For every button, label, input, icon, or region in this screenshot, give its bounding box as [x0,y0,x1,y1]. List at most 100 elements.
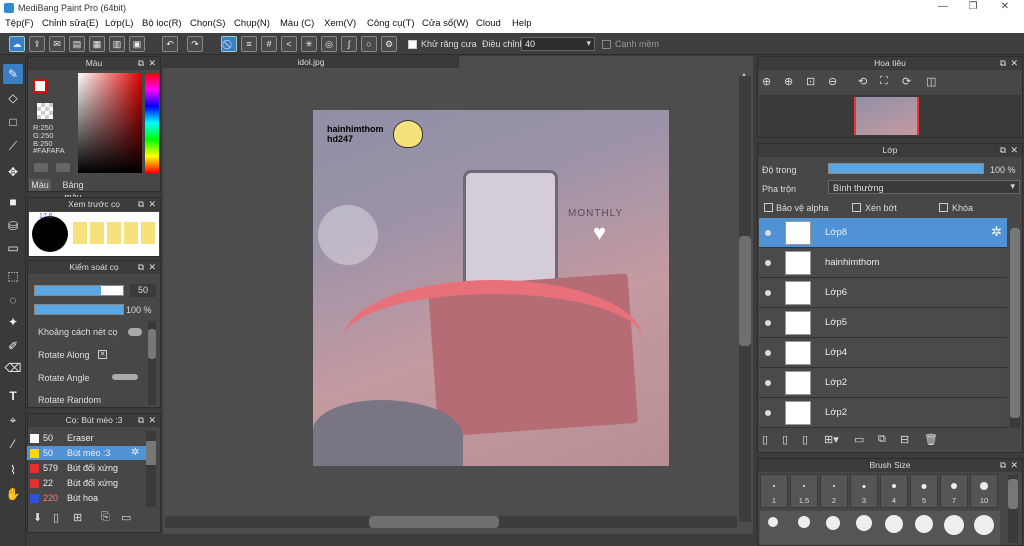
fill-rect-tool-icon[interactable]: ■ [3,192,23,212]
folder-icon[interactable]: ▭ [854,433,864,446]
brush-size-slot[interactable]: 5 [910,474,938,508]
visibility-icon[interactable] [765,350,771,356]
zoom-in-icon[interactable]: ⊕ [762,75,771,88]
brush-control-scrollbar[interactable] [148,321,156,405]
tab-color[interactable]: Màu [29,179,51,191]
rotate-along-checkbox[interactable]: ✕ [98,350,107,359]
eraser-tool-icon[interactable]: ◇ [3,88,23,108]
brush-item-cat-pen[interactable]: 50 Bút mèo :3 ✲ [27,446,146,460]
document-icon[interactable]: ▦ [89,36,105,52]
menu-color[interactable]: Màu (C) [280,18,314,29]
circle-snap-icon[interactable]: ◎ [321,36,337,52]
brush-item-symmetry-1[interactable]: 579 Bút đối xứng [27,461,131,475]
menu-cloud[interactable]: Cloud [476,18,501,29]
undo-icon[interactable]: ↶ [162,36,178,52]
brush-tool-icon[interactable]: ✎ [3,64,23,84]
brush-size-slot[interactable]: 1.5 [790,474,818,508]
bucket-tool-icon[interactable]: ⛁ [3,216,23,236]
artwork-canvas[interactable]: MONTHLY ♥ hainhimthom hd247 [313,110,669,466]
lasso-tool-icon[interactable]: ◌ [3,290,23,310]
menu-tools[interactable]: Công cụ(T) [367,18,415,29]
brush-size-slot[interactable]: 3 [850,474,878,508]
eyedropper-icon[interactable]: ⌇ [3,460,23,480]
hue-slider[interactable] [145,73,159,173]
gear-icon[interactable]: ✲ [131,447,139,458]
visibility-icon[interactable] [765,380,771,386]
navigator-preview[interactable] [759,95,1021,137]
clip-checkbox[interactable] [852,203,861,212]
canvas-area[interactable]: idol.jpg ▴ MONTHLY ♥ hainhimthom hd247 [163,56,753,534]
visibility-icon[interactable] [765,410,771,416]
brush-item-eraser[interactable]: 50 Eraser [27,431,131,445]
layer-row[interactable]: Lớp4 [759,338,1007,368]
fit-icon[interactable]: ⊡ [806,75,815,88]
horizontal-scrollbar[interactable] [165,516,737,528]
gradient-tool-icon[interactable]: ▭ [3,238,23,258]
new-8bit-layer-icon[interactable]: ▯ [802,433,808,446]
divide-tool-icon[interactable]: ⁄ [3,434,23,454]
comment-icon[interactable]: ✉ [49,36,65,52]
move-tool-icon[interactable]: ✥ [3,162,23,182]
close-icon[interactable]: ✕ [148,198,156,211]
menu-window[interactable]: Cửa sổ(W) [422,18,468,29]
saturation-picker[interactable] [78,73,142,173]
lock-checkbox[interactable] [939,203,948,212]
brush-size-slot[interactable]: 4 [880,474,908,508]
download-icon[interactable]: ⬇ [33,511,42,524]
close-icon[interactable]: ✕ [148,57,156,70]
close-icon[interactable]: ✕ [990,1,1020,15]
undock-icon[interactable]: ⧉ [1000,459,1006,472]
grid-icon[interactable]: ▥ [109,36,125,52]
minimize-icon[interactable]: — [928,1,958,15]
protect-alpha-checkbox[interactable] [764,203,773,212]
maximize-icon[interactable]: ❐ [958,1,988,15]
page-icon[interactable]: ▤ [69,36,85,52]
close-icon[interactable]: ✕ [148,414,156,427]
new-layer-icon[interactable]: ▯ [762,433,768,446]
text-tool-icon[interactable]: T [3,386,23,406]
brush-item-flower[interactable]: 220 Bút hoa [27,491,131,505]
brush-size-slot[interactable]: 1 [760,474,788,508]
folder-icon[interactable]: ▭ [121,511,131,524]
menu-layer[interactable]: Lớp(L) [105,18,133,29]
layer-row[interactable]: Lớp5 [759,308,1007,338]
redo-icon[interactable]: ↷ [187,36,203,52]
menu-file[interactable]: Tệp(F) [5,18,34,29]
add-brush-icon[interactable]: ⊞ [73,511,82,524]
primary-color-swatch[interactable] [33,79,47,93]
ellipse-snap-icon[interactable]: ○ [361,36,377,52]
brush-size-slot[interactable]: 2 [820,474,848,508]
smooth-edge-checkbox[interactable] [602,40,611,49]
trash-icon[interactable]: 🗑 [924,433,938,446]
undock-icon[interactable]: ⧉ [138,414,144,427]
copy-icon[interactable]: ⎘ [101,511,110,524]
antialias-checkbox[interactable] [408,40,417,49]
share-icon[interactable]: ⇪ [29,36,45,52]
brush-size-row-2[interactable] [760,511,1000,545]
brush-list-scrollbar[interactable] [146,431,156,507]
undock-icon[interactable]: ⧉ [138,198,144,211]
panel-icon[interactable]: ▣ [129,36,145,52]
close-icon[interactable]: ✕ [1010,459,1018,472]
menu-capture[interactable]: Chụp(N) [234,18,270,29]
size-value[interactable]: 50 [130,284,156,297]
grid-snap-icon[interactable]: # [261,36,277,52]
layer-row[interactable]: Lớp2 [759,368,1007,398]
rotate-right-icon[interactable]: ⟳ [902,75,911,88]
hand-tool-icon[interactable]: ✋ [3,484,23,504]
rotate-left-icon[interactable]: ⟲ [858,75,867,88]
size-slider[interactable] [34,285,124,296]
dot-tool-icon[interactable]: □ [3,112,23,132]
brush-size-slot[interactable]: 7 [940,474,968,508]
pen-tool-icon[interactable]: ⟋ [3,136,23,156]
layer-row[interactable]: Lớp2 [759,398,1007,428]
flip-icon[interactable]: ◫ [926,75,936,88]
menu-select[interactable]: Chọn(S) [190,18,225,29]
brush-item-symmetry-2[interactable]: 22 Bút đối xứng [27,476,131,490]
menu-filter[interactable]: Bộ lọc(R) [142,18,182,29]
spacing-slider[interactable] [128,328,142,336]
opacity-slider[interactable] [34,304,124,315]
vertical-scrollbar[interactable] [739,76,751,522]
close-icon[interactable]: ✕ [148,261,156,274]
blend-select[interactable]: Bình thường ▾ [828,180,1020,194]
